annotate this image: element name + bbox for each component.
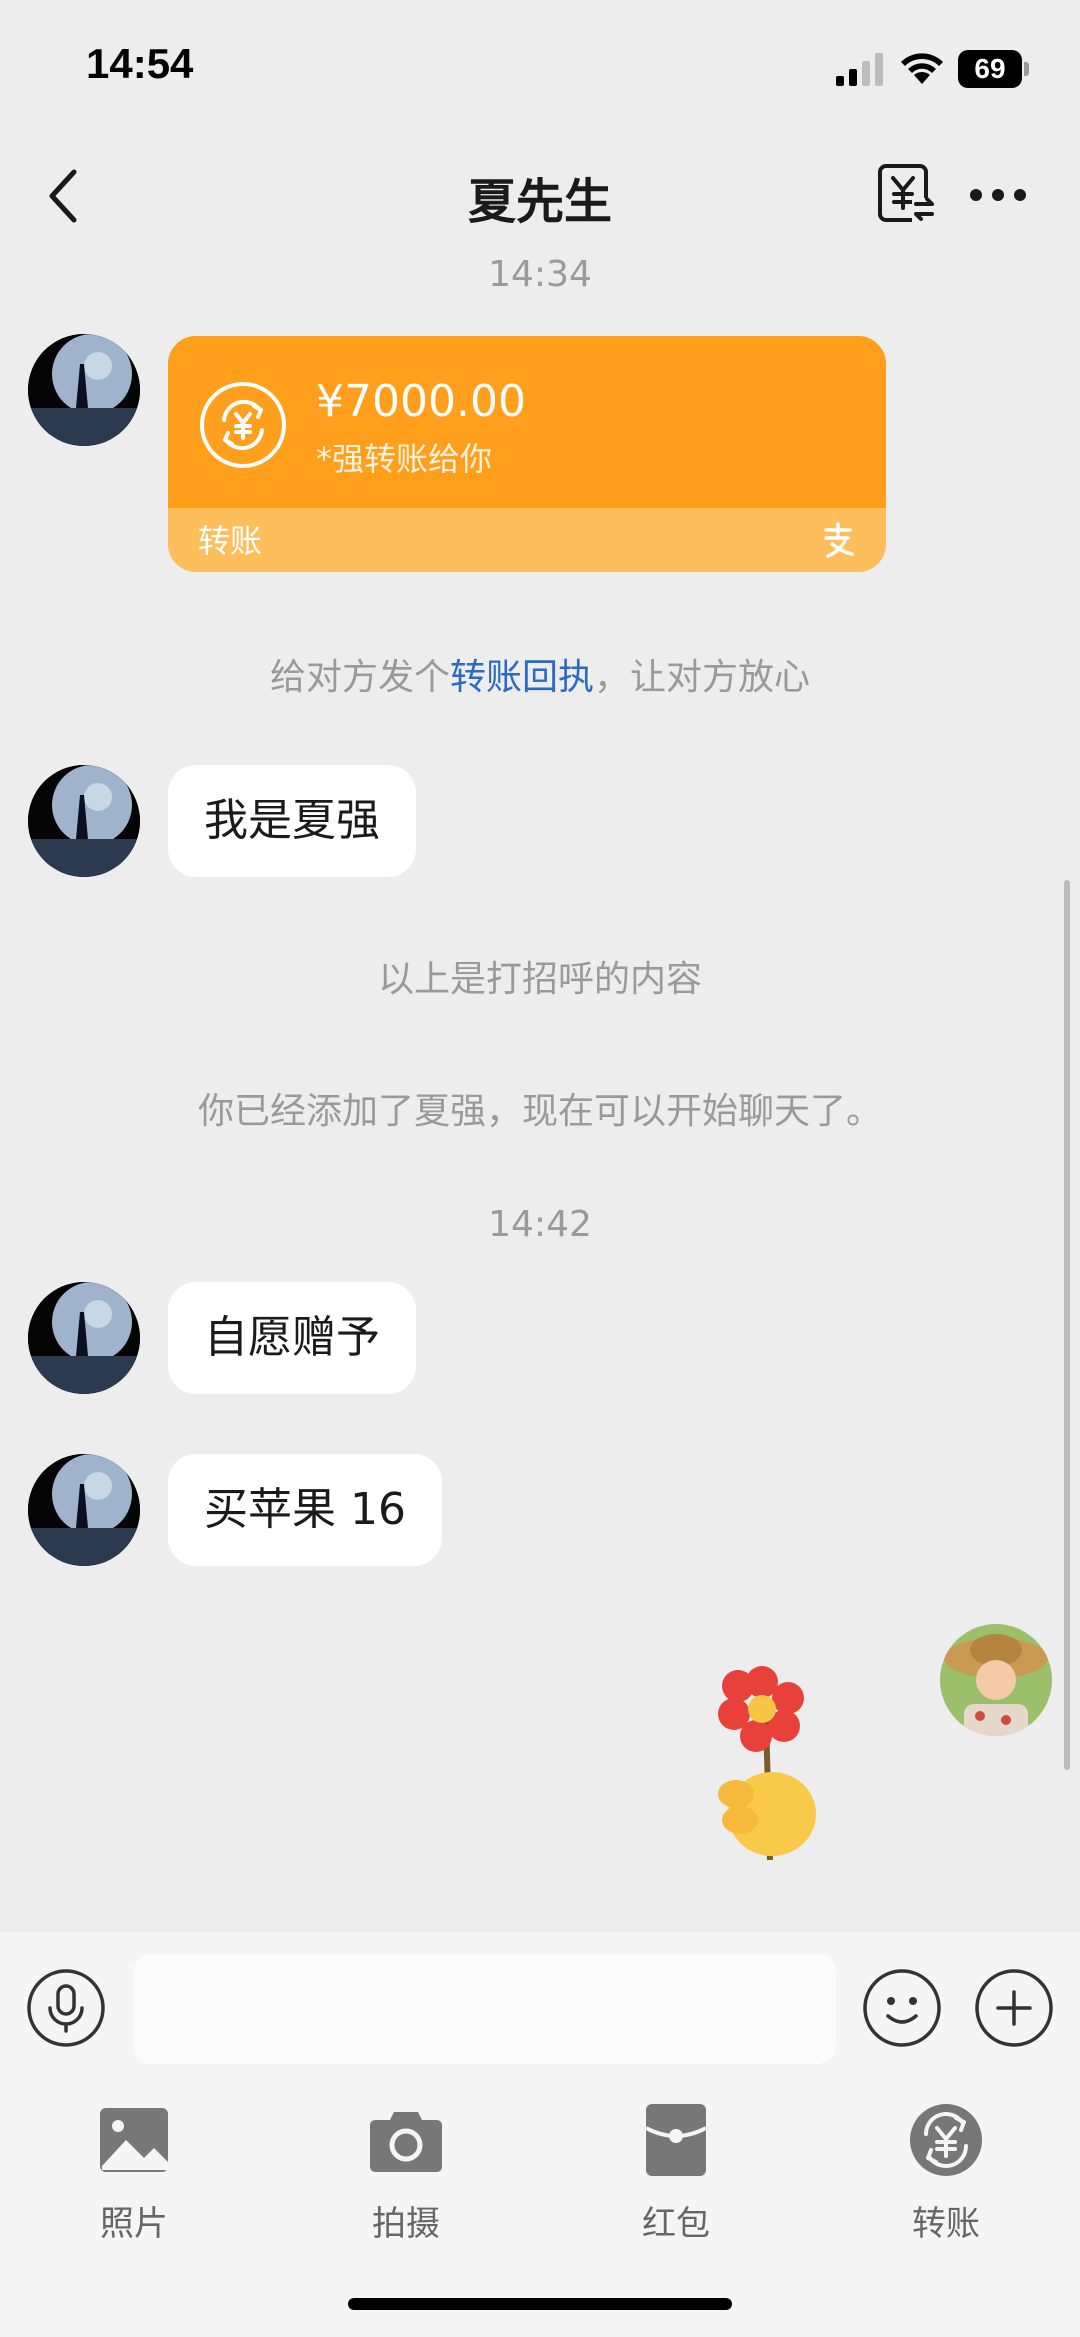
more-icon[interactable]	[968, 180, 1028, 210]
alipay-icon	[824, 522, 854, 558]
contact-avatar[interactable]	[28, 765, 140, 877]
photo-button[interactable]: 照片	[44, 2100, 224, 2260]
status-bar: 14:54 69	[0, 0, 1080, 130]
camera-icon	[370, 2112, 442, 2172]
signal-icon	[836, 53, 883, 86]
transfer-record-icon[interactable]	[876, 162, 938, 226]
transfer-note: *强转账给你	[316, 440, 493, 478]
contact-avatar[interactable]	[28, 334, 140, 446]
message-bubble[interactable]: 买苹果 16	[168, 1454, 442, 1566]
scrollbar[interactable]	[1064, 880, 1070, 1770]
transfer-coin-icon	[200, 382, 286, 468]
status-time: 14:54	[86, 40, 194, 87]
red-packet-button[interactable]: 红包	[586, 2100, 766, 2260]
my-avatar[interactable]	[940, 1624, 1052, 1736]
timestamp: 14:34	[488, 254, 592, 295]
message-bubble[interactable]: 自愿赠予	[168, 1282, 416, 1394]
battery-level: 69	[974, 53, 1006, 84]
message-input[interactable]	[134, 1954, 836, 2064]
timestamp: 14:42	[488, 1204, 592, 1245]
home-indicator[interactable]	[348, 2298, 732, 2310]
photo-icon	[100, 2108, 168, 2172]
transfer-card[interactable]: ¥7000.00 *强转账给你 转账	[168, 336, 886, 572]
transfer-button[interactable]: 转账	[856, 2100, 1036, 2260]
plus-icon[interactable]	[974, 1968, 1054, 2048]
transfer-type-label: 转账	[198, 522, 263, 560]
receipt-prompt: 给对方发个转账回执，让对方放心	[269, 657, 811, 698]
transfer-amount: ¥7000.00	[316, 376, 526, 427]
message-bubble[interactable]: 我是夏强	[168, 765, 416, 877]
nav-bar: 夏先生	[0, 140, 1080, 250]
transfer-receipt-link[interactable]: 转账回执	[450, 657, 594, 698]
emoji-icon[interactable]	[862, 1968, 942, 2048]
camera-button[interactable]: 拍摄	[316, 2100, 496, 2260]
transfer-icon	[910, 2104, 982, 2176]
flower-sticker[interactable]	[700, 1664, 840, 1864]
system-message: 你已经添加了夏强，现在可以开始聊天了。	[197, 1091, 882, 1132]
system-message: 以上是打招呼的内容	[377, 959, 702, 1000]
voice-icon[interactable]	[26, 1968, 106, 2048]
contact-avatar[interactable]	[28, 1282, 140, 1394]
input-area: 照片 拍摄 红包 转账	[0, 1932, 1080, 2337]
contact-avatar[interactable]	[28, 1454, 140, 1566]
battery-indicator: 69	[958, 50, 1030, 88]
red-packet-icon	[645, 2104, 707, 2176]
wifi-icon	[901, 53, 943, 84]
